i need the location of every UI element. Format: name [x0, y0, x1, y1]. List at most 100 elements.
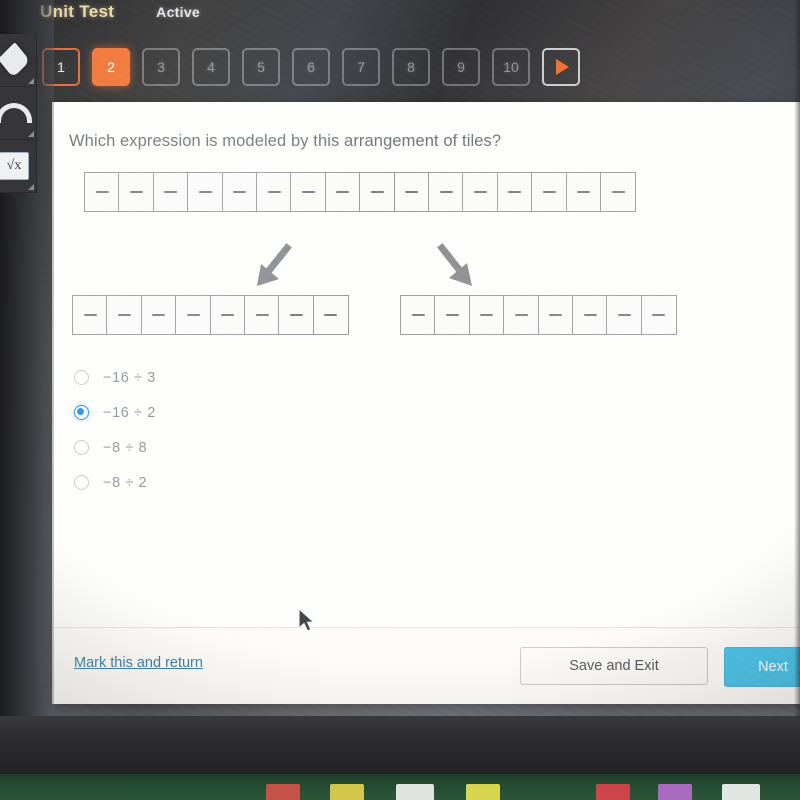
question-tab-3[interactable]: 3 — [142, 48, 180, 86]
desk-object — [596, 784, 630, 800]
page-title: Unit Test — [40, 2, 115, 21]
question-tab-9[interactable]: 9 — [442, 48, 480, 86]
nav-next-play-button[interactable] — [542, 48, 580, 86]
desk-object — [330, 784, 364, 800]
question-tab-2[interactable]: 2 — [92, 48, 130, 86]
highlighter-pen-icon[interactable] — [0, 34, 36, 87]
status-badge: Active — [156, 4, 200, 20]
answer-option-3[interactable]: −8 ÷ 8 — [74, 430, 156, 465]
answer-options[interactable]: −16 ÷ 3 −16 ÷ 2 −8 ÷ 8 −8 ÷ 2 — [74, 360, 156, 500]
minus-sign-icon — [267, 190, 281, 194]
negative-tile — [72, 295, 108, 335]
square-root-calculator-icon[interactable]: √x — [0, 140, 36, 193]
negative-tile — [140, 295, 177, 335]
lms-top-chrome: Unit Test Active 1 2 3 4 5 6 7 8 9 10 — [0, 0, 800, 102]
answer-option-2[interactable]: −16 ÷ 2 — [74, 395, 156, 430]
tile-group-left — [72, 295, 349, 335]
minus-sign-icon — [652, 313, 666, 317]
tile-group-right — [400, 295, 677, 335]
question-tab-7[interactable]: 7 — [342, 48, 380, 86]
minus-sign-icon — [117, 313, 131, 317]
desk-object — [396, 784, 434, 800]
minus-sign-icon — [324, 313, 338, 317]
question-prompt: Which expression is modeled by this arra… — [69, 132, 502, 150]
question-tab-6[interactable]: 6 — [292, 48, 330, 86]
minus-sign-icon — [370, 190, 384, 194]
negative-tile — [600, 172, 637, 212]
headphones-arc-icon[interactable] — [0, 87, 36, 140]
minus-sign-icon — [221, 313, 235, 317]
negative-tile — [187, 172, 224, 212]
negative-tile — [359, 172, 396, 212]
monitor-bezel — [0, 714, 800, 774]
negative-tile — [496, 172, 533, 212]
negative-tile — [572, 295, 609, 335]
negative-tile — [106, 295, 143, 335]
minus-sign-icon — [508, 190, 522, 194]
arrow-down-right-icon — [434, 242, 478, 290]
minus-sign-icon — [405, 190, 419, 194]
minus-sign-icon — [164, 190, 178, 194]
radio-button-1[interactable] — [74, 370, 89, 385]
minus-sign-icon — [583, 313, 597, 317]
minus-sign-icon — [255, 313, 269, 317]
negative-tile — [428, 172, 465, 212]
negative-tile — [565, 172, 602, 212]
card-footer: Mark this and return Save and Exit Next — [52, 627, 800, 704]
photograph-of-monitor: Unit Test Active 1 2 3 4 5 6 7 8 9 10 √x Which ex… — [0, 0, 800, 800]
question-nav[interactable]: 1 2 3 4 5 6 7 8 9 10 — [42, 48, 580, 86]
minus-sign-icon — [83, 313, 97, 317]
negative-tile — [221, 172, 258, 212]
minus-sign-icon — [301, 190, 315, 194]
negative-tile — [531, 172, 568, 212]
negative-tile — [462, 172, 499, 212]
minus-sign-icon — [129, 190, 143, 194]
radio-button-3[interactable] — [74, 440, 89, 455]
next-button[interactable]: Next — [724, 647, 800, 687]
negative-tile — [152, 172, 189, 212]
arrow-down-left-icon — [252, 242, 296, 290]
desk-object — [466, 784, 500, 800]
breadcrumb: Unit Test Active — [40, 2, 200, 22]
question-tab-1[interactable]: 1 — [42, 48, 80, 86]
negative-tile — [244, 295, 281, 335]
negative-tile — [175, 295, 212, 335]
desk-object — [722, 784, 760, 800]
question-tab-10[interactable]: 10 — [492, 48, 530, 86]
minus-sign-icon — [611, 190, 625, 194]
minus-sign-icon — [152, 313, 166, 317]
radio-button-4[interactable] — [74, 475, 89, 490]
minus-sign-icon — [289, 313, 303, 317]
save-and-exit-button[interactable]: Save and Exit — [520, 647, 708, 685]
negative-tile — [290, 172, 327, 212]
mark-this-and-return-link[interactable]: Mark this and return — [74, 655, 203, 671]
minus-sign-icon — [514, 313, 528, 317]
negative-tile — [468, 295, 505, 335]
desk-object — [658, 784, 692, 800]
negative-tile — [324, 172, 361, 212]
tool-rail[interactable]: √x — [0, 34, 37, 193]
minus-sign-icon — [198, 190, 212, 194]
tile-row-total — [84, 172, 637, 212]
radio-button-2[interactable] — [74, 405, 89, 420]
negative-tile — [256, 172, 293, 212]
play-triangle-icon — [556, 59, 569, 75]
minus-sign-icon — [617, 313, 631, 317]
answer-option-label: −8 ÷ 2 — [103, 474, 148, 491]
negative-tile — [209, 295, 246, 335]
negative-tile — [400, 295, 436, 335]
question-tab-5[interactable]: 5 — [242, 48, 280, 86]
question-tab-8[interactable]: 8 — [392, 48, 430, 86]
minus-sign-icon — [95, 190, 109, 194]
minus-sign-icon — [439, 190, 453, 194]
negative-tile — [278, 295, 315, 335]
negative-tile — [537, 295, 574, 335]
answer-option-4[interactable]: −8 ÷ 2 — [74, 465, 156, 500]
minus-sign-icon — [186, 313, 200, 317]
minus-sign-icon — [549, 313, 563, 317]
question-tab-4[interactable]: 4 — [192, 48, 230, 86]
minus-sign-icon — [473, 190, 487, 194]
minus-sign-icon — [336, 190, 350, 194]
negative-tile — [312, 295, 349, 335]
answer-option-1[interactable]: −16 ÷ 3 — [74, 360, 156, 395]
